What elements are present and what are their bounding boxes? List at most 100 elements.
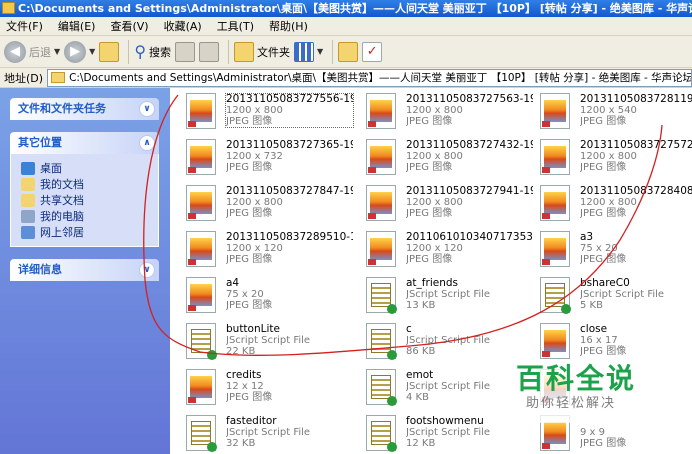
file-item[interactable]: 20131105083728119-19884541200 x 540JPEG … — [532, 88, 692, 134]
place-shared-documents[interactable]: 共享文档 — [21, 192, 158, 208]
file-type: 13 KB — [406, 300, 436, 311]
file-item[interactable]: footshowmenu JScript Script File 12 KB — [358, 410, 533, 454]
places-panel-header[interactable]: 其它位置 ∧ — [10, 132, 159, 154]
jpeg-image-icon — [186, 139, 216, 175]
place-label: 桌面 — [40, 162, 62, 175]
file-item[interactable]: c JScript Script File 86 KB — [358, 318, 533, 364]
file-type: JPEG 图像 — [226, 392, 273, 403]
jpeg-image-icon — [540, 185, 570, 221]
file-meta: 1200 x 800 — [580, 197, 637, 208]
file-name: c — [406, 324, 412, 335]
file-meta: 12 x 12 — [226, 381, 264, 392]
file-item[interactable]: 20131105083728408-19884541200 x 800JPEG … — [532, 180, 692, 226]
views-button[interactable]: ▼ — [294, 39, 323, 65]
tasks-panel-header[interactable]: 文件和文件夹任务 ∨ — [10, 98, 159, 120]
checklist-button[interactable]: ✓ — [362, 39, 383, 65]
copy-to-button[interactable] — [199, 39, 220, 65]
file-text: a4 75 x 20 JPEG 图像 — [226, 278, 353, 311]
file-item[interactable]: 20110610103407173536B 1200 x 120 JPEG 图像 — [358, 226, 533, 272]
folder-up-icon — [99, 41, 120, 62]
file-item[interactable]: a3 75 x 20 JPEG 图像 — [532, 226, 692, 272]
place-label: 共享文档 — [40, 194, 84, 207]
jpeg-image-icon — [540, 231, 570, 267]
menu-edit[interactable]: 编辑(E) — [58, 18, 96, 34]
shared-folder-icon — [21, 193, 35, 207]
chevron-down-icon[interactable]: ∨ — [139, 262, 155, 278]
place-my-documents[interactable]: 我的文档 — [21, 176, 158, 192]
toolbar-separator — [128, 39, 130, 64]
chevron-down-icon: ▼ — [89, 47, 96, 56]
menu-file[interactable]: 文件(F) — [6, 18, 43, 34]
file-item[interactable]: buttonLite JScript Script File 22 KB — [178, 318, 353, 364]
file-item[interactable]: credits 12 x 12 JPEG 图像 — [178, 364, 353, 410]
file-item[interactable]: 20131105083727847-19884541200 x 800JPEG … — [178, 180, 353, 226]
menu-view[interactable]: 查看(V) — [110, 18, 148, 34]
jscript-file-icon — [540, 277, 571, 314]
file-type: JPEG 图像 — [226, 162, 273, 173]
jpeg-image-icon — [540, 93, 570, 129]
file-type: JPEG 图像 — [226, 208, 273, 219]
file-text: 20131105083727432-19884541200 x 800JPEG … — [406, 140, 533, 173]
place-label: 我的电脑 — [40, 210, 84, 223]
file-item[interactable]: 20131105083727563-19884541200 x 800JPEG … — [358, 88, 533, 134]
file-text: 20131105083727365-19884541200 x 732JPEG … — [226, 140, 353, 173]
file-text: 20131105083728119-19884541200 x 540JPEG … — [580, 94, 692, 127]
file-type: JPEG 图像 — [580, 254, 627, 265]
jscript-file-icon — [366, 323, 397, 360]
folders-button[interactable]: 文件夹 — [234, 39, 290, 65]
address-input[interactable]: C:\Documents and Settings\Administrator\… — [47, 68, 692, 87]
file-meta: 1200 x 800 — [580, 151, 637, 162]
file-item[interactable]: fasteditor JScript Script File 32 KB — [178, 410, 353, 454]
chevron-up-icon[interactable]: ∧ — [139, 135, 155, 151]
file-type: JPEG 图像 — [580, 116, 627, 127]
jpeg-image-icon — [540, 139, 570, 175]
chevron-down-icon[interactable]: ∨ — [139, 101, 155, 117]
details-panel-header[interactable]: 详细信息 ∨ — [10, 259, 159, 281]
place-network[interactable]: 网上邻居 — [21, 224, 158, 240]
file-item[interactable]: 20131105083727365-19884541200 x 732JPEG … — [178, 134, 353, 180]
file-text: 20131105083727556-19884541200 x 800JPEG … — [225, 93, 354, 128]
file-meta: JScript Script File — [406, 289, 491, 300]
file-item[interactable]: 20131105083727432-19884541200 x 800JPEG … — [358, 134, 533, 180]
menu-help[interactable]: 帮助(H) — [269, 18, 308, 34]
file-type: JPEG 图像 — [406, 208, 453, 219]
back-button[interactable]: ◀ 后退 ▼ — [4, 39, 60, 65]
documents-folder-icon — [21, 177, 35, 191]
file-meta: 1200 x 120 — [226, 243, 283, 254]
file-meta: JScript Script File — [226, 335, 311, 346]
file-name: a3 — [580, 232, 594, 243]
file-item[interactable]: 201311050837289510-1988...1200 x 120JPEG… — [178, 226, 353, 272]
file-text: at_friends JScript Script File 13 KB — [406, 278, 533, 311]
file-type: JPEG 图像 — [226, 254, 273, 265]
file-item[interactable]: bshareC0 JScript Script File 5 KB — [532, 272, 692, 318]
file-item[interactable]: a4 75 x 20 JPEG 图像 — [178, 272, 353, 318]
file-type: 22 KB — [226, 346, 256, 357]
file-item[interactable]: 20131105083727941-19884541200 x 800JPEG … — [358, 180, 533, 226]
file-text: bshareC0 JScript Script File 5 KB — [580, 278, 692, 311]
jpeg-image-icon — [186, 231, 216, 267]
sync-folder-button[interactable] — [338, 39, 359, 65]
file-meta: JScript Script File — [580, 289, 665, 300]
jpeg-image-icon — [186, 93, 216, 129]
up-button[interactable] — [99, 39, 120, 65]
file-item[interactable]: close 16 x 17 JPEG 图像 — [532, 318, 692, 364]
place-desktop[interactable]: 桌面 — [21, 160, 158, 176]
file-item[interactable]: emot JScript Script File 4 KB — [358, 364, 533, 410]
file-item[interactable]: 20131105083727572-19884541200 x 800JPEG … — [532, 134, 692, 180]
file-item[interactable]: 20131105083727556-19884541200 x 800JPEG … — [178, 88, 354, 134]
menu-tools[interactable]: 工具(T) — [217, 18, 254, 34]
move-to-icon — [175, 41, 196, 62]
watermark-slogan: 助你轻松解决 — [526, 396, 617, 411]
file-name: emot — [406, 370, 434, 381]
task-pane: 文件和文件夹任务 ∨ 其它位置 ∧ 桌面 我的文档 共享文档 我的电脑 网上邻居… — [0, 88, 170, 454]
move-to-button[interactable] — [175, 39, 196, 65]
title-bar[interactable]: C:\Documents and Settings\Administrator\… — [0, 0, 692, 17]
file-item[interactable]: at_friends JScript Script File 13 KB — [358, 272, 533, 318]
search-button[interactable]: ⚲ 搜索 — [134, 39, 171, 65]
file-name: 201311050837289510-1988... — [226, 232, 353, 243]
file-name: 20131105083727563-1988454 — [406, 94, 533, 105]
forward-button[interactable]: ▶ ▼ — [64, 39, 95, 65]
place-my-computer[interactable]: 我的电脑 — [21, 208, 158, 224]
jscript-file-icon — [186, 415, 217, 452]
menu-favorites[interactable]: 收藏(A) — [164, 18, 202, 34]
